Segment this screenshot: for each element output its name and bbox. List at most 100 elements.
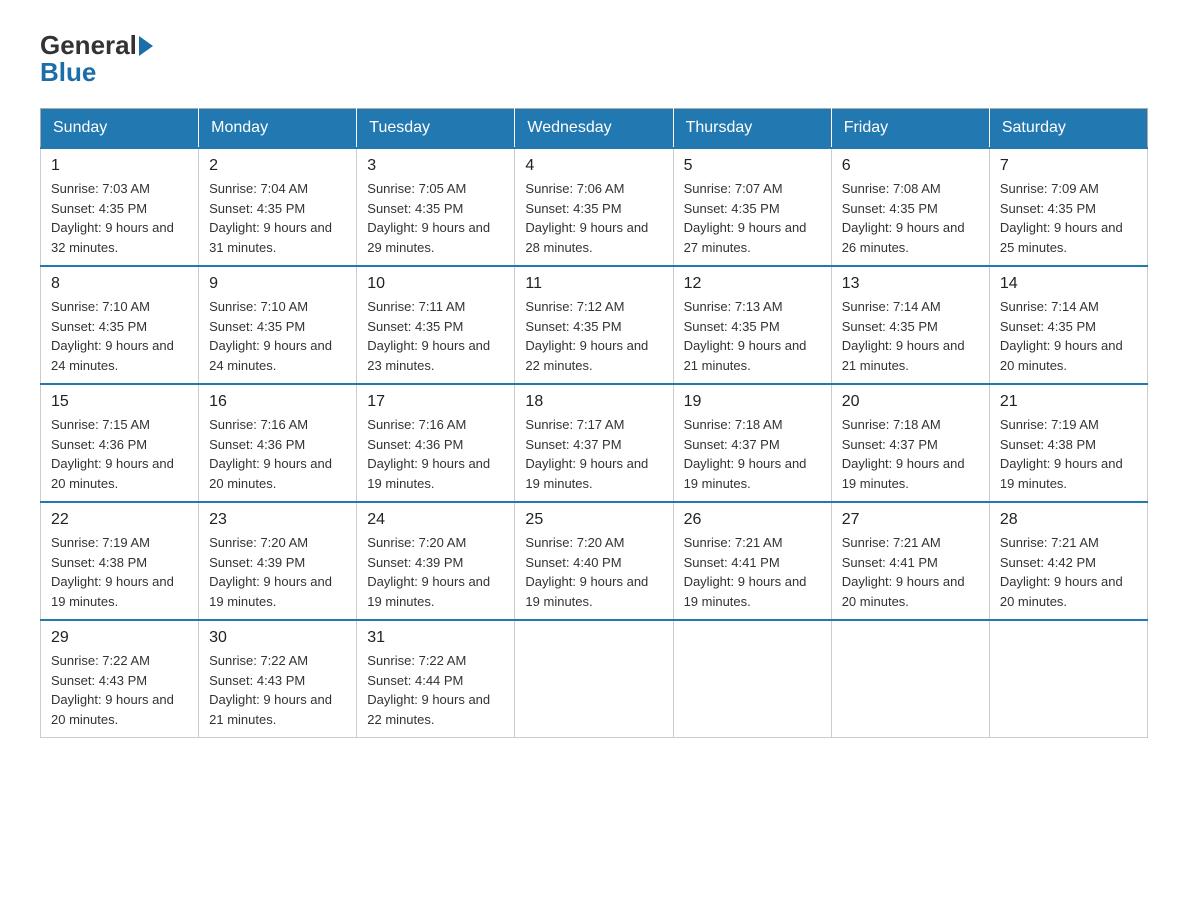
sunset-label: Sunset: 4:35 PM <box>525 319 621 334</box>
day-info: Sunrise: 7:18 AM Sunset: 4:37 PM Dayligh… <box>684 415 821 493</box>
day-number: 1 <box>51 157 188 175</box>
sunrise-label: Sunrise: 7:16 AM <box>367 417 466 432</box>
weekday-header-saturday: Saturday <box>989 109 1147 149</box>
sunset-label: Sunset: 4:38 PM <box>1000 437 1096 452</box>
sunrise-label: Sunrise: 7:21 AM <box>842 535 941 550</box>
day-cell-31: 31 Sunrise: 7:22 AM Sunset: 4:44 PM Dayl… <box>357 620 515 738</box>
day-info: Sunrise: 7:08 AM Sunset: 4:35 PM Dayligh… <box>842 179 979 257</box>
day-number: 10 <box>367 275 504 293</box>
sunrise-label: Sunrise: 7:22 AM <box>51 653 150 668</box>
day-info: Sunrise: 7:13 AM Sunset: 4:35 PM Dayligh… <box>684 297 821 375</box>
daylight-label: Daylight: 9 hours and 19 minutes. <box>684 574 807 609</box>
day-number: 25 <box>525 511 662 529</box>
day-number: 9 <box>209 275 346 293</box>
day-cell-8: 8 Sunrise: 7:10 AM Sunset: 4:35 PM Dayli… <box>41 266 199 384</box>
sunrise-label: Sunrise: 7:11 AM <box>367 299 465 314</box>
sunrise-label: Sunrise: 7:21 AM <box>684 535 783 550</box>
daylight-label: Daylight: 9 hours and 24 minutes. <box>209 338 332 373</box>
sunset-label: Sunset: 4:35 PM <box>842 319 938 334</box>
day-cell-16: 16 Sunrise: 7:16 AM Sunset: 4:36 PM Dayl… <box>199 384 357 502</box>
day-number: 27 <box>842 511 979 529</box>
day-cell-7: 7 Sunrise: 7:09 AM Sunset: 4:35 PM Dayli… <box>989 148 1147 266</box>
daylight-label: Daylight: 9 hours and 29 minutes. <box>367 220 490 255</box>
day-info: Sunrise: 7:04 AM Sunset: 4:35 PM Dayligh… <box>209 179 346 257</box>
day-cell-15: 15 Sunrise: 7:15 AM Sunset: 4:36 PM Dayl… <box>41 384 199 502</box>
daylight-label: Daylight: 9 hours and 24 minutes. <box>51 338 174 373</box>
sunrise-label: Sunrise: 7:07 AM <box>684 181 783 196</box>
day-number: 21 <box>1000 393 1137 411</box>
day-cell-20: 20 Sunrise: 7:18 AM Sunset: 4:37 PM Dayl… <box>831 384 989 502</box>
logo: General Blue <box>40 30 155 88</box>
day-info: Sunrise: 7:20 AM Sunset: 4:39 PM Dayligh… <box>367 533 504 611</box>
daylight-label: Daylight: 9 hours and 20 minutes. <box>209 456 332 491</box>
daylight-label: Daylight: 9 hours and 19 minutes. <box>367 456 490 491</box>
sunset-label: Sunset: 4:35 PM <box>1000 319 1096 334</box>
day-info: Sunrise: 7:16 AM Sunset: 4:36 PM Dayligh… <box>209 415 346 493</box>
day-number: 3 <box>367 157 504 175</box>
day-info: Sunrise: 7:22 AM Sunset: 4:43 PM Dayligh… <box>51 651 188 729</box>
day-info: Sunrise: 7:11 AM Sunset: 4:35 PM Dayligh… <box>367 297 504 375</box>
sunset-label: Sunset: 4:36 PM <box>51 437 147 452</box>
sunset-label: Sunset: 4:35 PM <box>1000 201 1096 216</box>
daylight-label: Daylight: 9 hours and 19 minutes. <box>525 456 648 491</box>
day-cell-6: 6 Sunrise: 7:08 AM Sunset: 4:35 PM Dayli… <box>831 148 989 266</box>
sunset-label: Sunset: 4:35 PM <box>842 201 938 216</box>
daylight-label: Daylight: 9 hours and 20 minutes. <box>51 692 174 727</box>
sunset-label: Sunset: 4:35 PM <box>367 319 463 334</box>
day-number: 26 <box>684 511 821 529</box>
day-cell-13: 13 Sunrise: 7:14 AM Sunset: 4:35 PM Dayl… <box>831 266 989 384</box>
daylight-label: Daylight: 9 hours and 32 minutes. <box>51 220 174 255</box>
sunset-label: Sunset: 4:43 PM <box>51 673 147 688</box>
logo-arrow-icon <box>139 36 153 56</box>
day-number: 11 <box>525 275 662 293</box>
calendar-header-row: SundayMondayTuesdayWednesdayThursdayFrid… <box>41 109 1148 149</box>
empty-day-cell <box>515 620 673 738</box>
sunrise-label: Sunrise: 7:17 AM <box>525 417 624 432</box>
sunset-label: Sunset: 4:35 PM <box>525 201 621 216</box>
day-cell-22: 22 Sunrise: 7:19 AM Sunset: 4:38 PM Dayl… <box>41 502 199 620</box>
day-number: 20 <box>842 393 979 411</box>
sunrise-label: Sunrise: 7:05 AM <box>367 181 466 196</box>
sunrise-label: Sunrise: 7:18 AM <box>684 417 783 432</box>
day-number: 22 <box>51 511 188 529</box>
day-info: Sunrise: 7:10 AM Sunset: 4:35 PM Dayligh… <box>209 297 346 375</box>
calendar-week-row: 8 Sunrise: 7:10 AM Sunset: 4:35 PM Dayli… <box>41 266 1148 384</box>
sunset-label: Sunset: 4:36 PM <box>209 437 305 452</box>
day-number: 29 <box>51 629 188 647</box>
day-number: 19 <box>684 393 821 411</box>
day-cell-3: 3 Sunrise: 7:05 AM Sunset: 4:35 PM Dayli… <box>357 148 515 266</box>
sunset-label: Sunset: 4:41 PM <box>842 555 938 570</box>
day-number: 14 <box>1000 275 1137 293</box>
calendar-table: SundayMondayTuesdayWednesdayThursdayFrid… <box>40 108 1148 738</box>
daylight-label: Daylight: 9 hours and 19 minutes. <box>842 456 965 491</box>
day-info: Sunrise: 7:21 AM Sunset: 4:41 PM Dayligh… <box>684 533 821 611</box>
sunset-label: Sunset: 4:37 PM <box>684 437 780 452</box>
sunset-label: Sunset: 4:35 PM <box>51 201 147 216</box>
daylight-label: Daylight: 9 hours and 31 minutes. <box>209 220 332 255</box>
daylight-label: Daylight: 9 hours and 20 minutes. <box>1000 338 1123 373</box>
day-info: Sunrise: 7:07 AM Sunset: 4:35 PM Dayligh… <box>684 179 821 257</box>
day-info: Sunrise: 7:15 AM Sunset: 4:36 PM Dayligh… <box>51 415 188 493</box>
logo-blue-text: Blue <box>40 57 96 88</box>
sunrise-label: Sunrise: 7:20 AM <box>525 535 624 550</box>
sunrise-label: Sunrise: 7:22 AM <box>367 653 466 668</box>
day-cell-2: 2 Sunrise: 7:04 AM Sunset: 4:35 PM Dayli… <box>199 148 357 266</box>
weekday-header-wednesday: Wednesday <box>515 109 673 149</box>
day-cell-30: 30 Sunrise: 7:22 AM Sunset: 4:43 PM Dayl… <box>199 620 357 738</box>
day-cell-23: 23 Sunrise: 7:20 AM Sunset: 4:39 PM Dayl… <box>199 502 357 620</box>
daylight-label: Daylight: 9 hours and 21 minutes. <box>209 692 332 727</box>
day-number: 17 <box>367 393 504 411</box>
calendar-week-row: 22 Sunrise: 7:19 AM Sunset: 4:38 PM Dayl… <box>41 502 1148 620</box>
weekday-header-tuesday: Tuesday <box>357 109 515 149</box>
day-info: Sunrise: 7:05 AM Sunset: 4:35 PM Dayligh… <box>367 179 504 257</box>
sunrise-label: Sunrise: 7:21 AM <box>1000 535 1099 550</box>
empty-day-cell <box>989 620 1147 738</box>
day-cell-27: 27 Sunrise: 7:21 AM Sunset: 4:41 PM Dayl… <box>831 502 989 620</box>
day-cell-11: 11 Sunrise: 7:12 AM Sunset: 4:35 PM Dayl… <box>515 266 673 384</box>
day-number: 24 <box>367 511 504 529</box>
day-info: Sunrise: 7:17 AM Sunset: 4:37 PM Dayligh… <box>525 415 662 493</box>
day-info: Sunrise: 7:21 AM Sunset: 4:41 PM Dayligh… <box>842 533 979 611</box>
day-info: Sunrise: 7:22 AM Sunset: 4:44 PM Dayligh… <box>367 651 504 729</box>
sunrise-label: Sunrise: 7:18 AM <box>842 417 941 432</box>
sunset-label: Sunset: 4:35 PM <box>209 319 305 334</box>
